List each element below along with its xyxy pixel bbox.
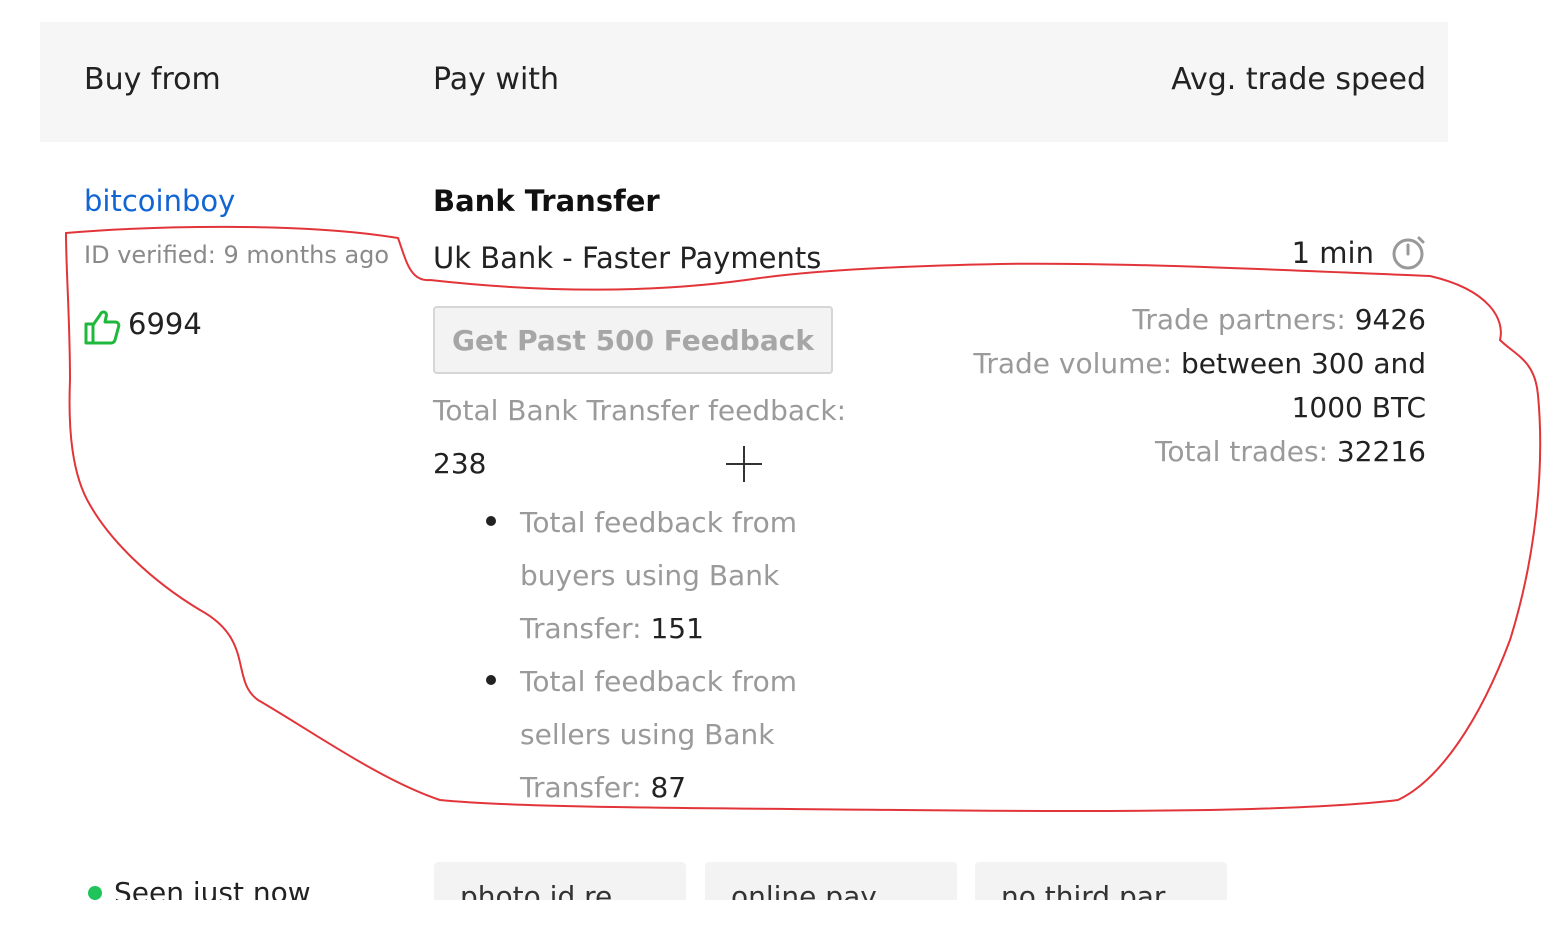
total-feedback-label: Total Bank Transfer feedback: [433, 394, 847, 427]
total-trades-value: 32216 [1336, 435, 1426, 468]
trade-volume-value: between 300 and 1000 BTC [1181, 347, 1426, 424]
total-trades: Total trades: 32216 [906, 430, 1426, 474]
trade-partners-label: Trade partners: [1132, 303, 1346, 336]
list-item: Total feedback from sellers using Bank T… [486, 655, 820, 814]
trade-volume-label: Trade volume: [973, 347, 1173, 380]
crop-edge [0, 900, 1568, 932]
total-feedback-value: 238 [433, 447, 487, 480]
trade-stats: Trade partners: 9426 Trade volume: betwe… [906, 298, 1426, 474]
thumbs-up-icon [84, 310, 121, 345]
trade-partners: Trade partners: 9426 [906, 298, 1426, 342]
trade-speed-value: 1 min [1291, 236, 1374, 270]
crosshair-cursor-icon [726, 446, 762, 482]
total-trades-label: Total trades: [1155, 435, 1329, 468]
feedback-score: 6994 [128, 307, 202, 341]
payment-method-detail: Uk Bank - Faster Payments [433, 241, 822, 275]
breakdown-value: 87 [650, 771, 687, 804]
id-verified-text: ID verified: 9 months ago [84, 241, 390, 269]
trade-volume: Trade volume: between 300 and 1000 BTC [906, 342, 1426, 430]
header-buy-from: Buy from [84, 62, 221, 97]
trade-partners-value: 9426 [1354, 303, 1426, 336]
seller-username-link[interactable]: bitcoinboy [84, 184, 235, 218]
header-pay-with: Pay with [433, 62, 560, 97]
breakdown-value: 151 [650, 612, 704, 645]
timer-icon [1392, 236, 1425, 270]
list-item: Total feedback from buyers using Bank Tr… [486, 496, 820, 655]
trade-speed: 1 min [1292, 234, 1428, 272]
payment-method-title: Bank Transfer [433, 184, 660, 218]
header-avg-trade-speed: Avg. trade speed [1171, 62, 1426, 97]
feedback-breakdown-list: Total feedback from buyers using Bank Tr… [470, 496, 940, 814]
get-past-feedback-button[interactable]: Get Past 500 Feedback [433, 306, 833, 374]
online-status-dot [88, 885, 102, 900]
